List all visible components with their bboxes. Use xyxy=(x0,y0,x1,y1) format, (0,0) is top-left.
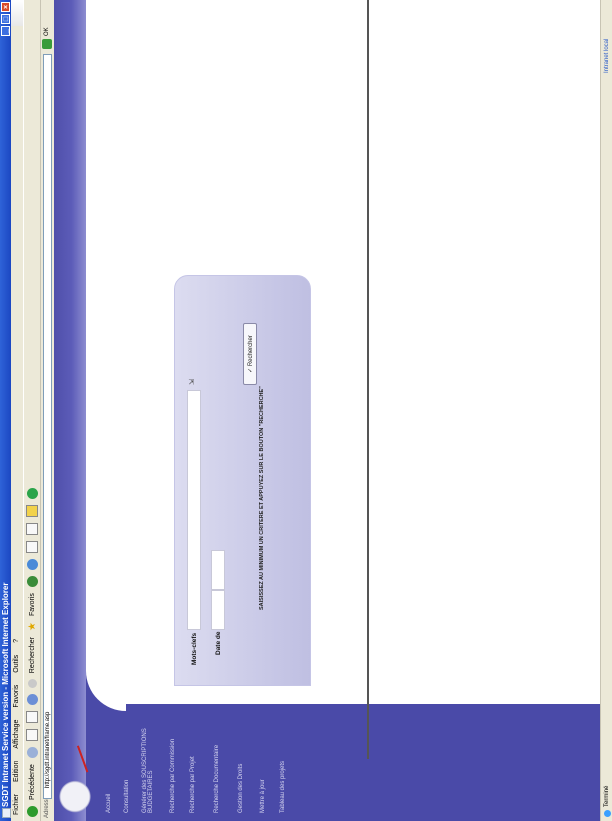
search-icon[interactable] xyxy=(27,679,37,689)
folder-icon[interactable] xyxy=(26,505,38,518)
search-instruction: SAISISSEZ AU MINIMUM UN CRITERE ET APPUY… xyxy=(259,386,265,610)
window-title: SGDT Intranet Service version - Microsof… xyxy=(1,582,10,808)
minimize-button[interactable]: _ xyxy=(1,26,10,36)
search-button-label: Rechercher xyxy=(248,335,254,367)
mail-icon[interactable] xyxy=(26,541,38,554)
menu-edit[interactable]: Edition xyxy=(13,761,20,782)
ie-app-icon xyxy=(2,808,11,818)
status-bar: Terminé Intranet local xyxy=(600,0,612,821)
search-panel: Mots-clefs ⇲ Date de ✓ Rechercher SAISIS… xyxy=(174,275,311,686)
address-bar: Adresse http://sgdt.intranet/frame.asp O… xyxy=(41,0,54,821)
sidebar-item-accueil[interactable]: Accueil xyxy=(106,709,112,813)
sidebar-item-recherche-commission[interactable]: Recherche par Commission xyxy=(170,709,176,813)
windows-logo-icon xyxy=(11,0,23,26)
browser-window: SGDT Intranet Service version - Microsof… xyxy=(0,0,612,821)
toolbar: Précédente Rechercher ★ Favoris xyxy=(23,0,41,821)
print-icon[interactable] xyxy=(26,523,38,536)
status-text: Terminé xyxy=(604,785,610,807)
menu-tools[interactable]: Outils xyxy=(13,655,20,673)
sidebar-item-tableau-projets[interactable]: Tableau des projets xyxy=(280,709,286,813)
title-bar: SGDT Intranet Service version - Microsof… xyxy=(0,0,11,821)
search-button-label[interactable]: Rechercher xyxy=(29,637,36,673)
go-button[interactable]: OK xyxy=(41,27,54,36)
date-label: Date de xyxy=(215,631,222,655)
window-controls: _ □ × xyxy=(1,2,10,36)
horizontal-divider xyxy=(367,0,369,759)
date-from-input[interactable] xyxy=(211,590,225,630)
go-arrow-icon[interactable] xyxy=(42,39,52,49)
sidebar-item-recherche-documentaire[interactable]: Recherche Documentaire xyxy=(214,709,220,813)
stop-icon[interactable] xyxy=(26,729,38,742)
menu-favorites[interactable]: Favoris xyxy=(13,685,20,708)
address-label: Adresse xyxy=(44,795,50,818)
keywords-input[interactable] xyxy=(187,390,201,630)
sidebar-item-consultation[interactable]: Consultation xyxy=(124,709,130,813)
header-band xyxy=(54,0,86,821)
close-button[interactable]: × xyxy=(1,2,10,12)
menu-bar: Fichier Edition Affichage Favoris Outils… xyxy=(11,0,23,821)
screenshot-stage: SGDT Intranet Service version - Microsof… xyxy=(0,0,612,821)
home-icon[interactable] xyxy=(26,694,38,706)
date-to-input[interactable] xyxy=(211,550,225,590)
keywords-label: Mots-clefs xyxy=(191,632,198,665)
menu-view[interactable]: Affichage xyxy=(13,720,20,749)
menu-file[interactable]: Fichier xyxy=(13,794,20,815)
sidebar-item-mettre-a-jour[interactable]: Mettre à jour xyxy=(260,709,266,813)
page-done-icon xyxy=(604,810,611,817)
sidebar-item-gestion-droits[interactable]: Gestion des Droits xyxy=(238,709,244,813)
zone-indicator: Intranet local xyxy=(604,38,610,73)
back-button-label[interactable]: Précédente xyxy=(29,764,36,800)
back-arrow-icon[interactable] xyxy=(26,806,38,817)
messenger-icon[interactable] xyxy=(26,488,38,500)
forward-arrow-icon[interactable] xyxy=(26,747,38,759)
sidebar-item-recherche-projet[interactable]: Recherche par Projet xyxy=(190,709,196,813)
search-button[interactable]: ✓ Rechercher xyxy=(243,323,257,385)
maximize-button[interactable]: □ xyxy=(1,14,10,24)
address-input[interactable]: http://sgdt.intranet/frame.asp xyxy=(43,54,52,799)
menu-help[interactable]: ? xyxy=(13,639,20,643)
expand-icon[interactable]: ⇲ xyxy=(188,379,196,385)
media-icon[interactable] xyxy=(26,576,38,588)
sidebar xyxy=(86,704,600,821)
history-icon[interactable] xyxy=(26,559,38,571)
favorites-star-icon[interactable]: ★ xyxy=(27,622,38,631)
search-button-icon: ✓ xyxy=(248,366,254,373)
favorites-button-label[interactable]: Favoris xyxy=(29,593,36,616)
refresh-icon[interactable] xyxy=(26,711,38,724)
sidebar-item-souscriptions[interactable]: Générer des SOUSCRIPTIONS BUDGETAIRES xyxy=(142,709,154,813)
page-content: Accueil Consultation Générer des SOUSCRI… xyxy=(54,0,600,821)
